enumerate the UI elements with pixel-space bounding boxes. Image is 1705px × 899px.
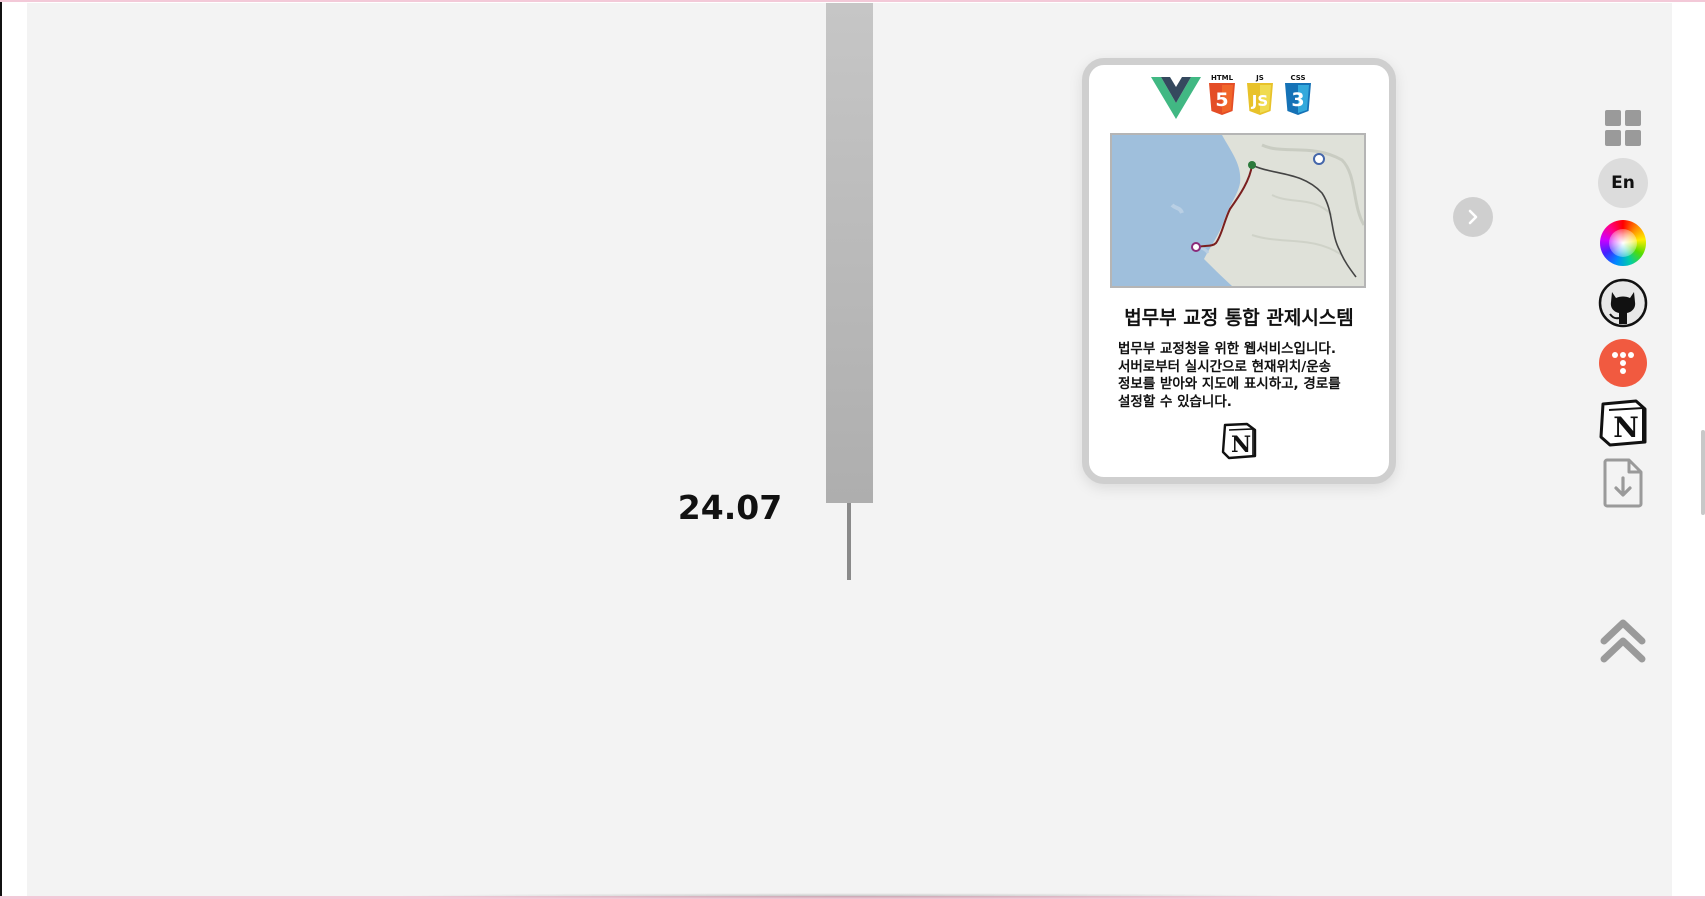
- vue-icon: [1151, 77, 1201, 119]
- svg-text:N: N: [1231, 432, 1251, 458]
- window-top-border: [0, 0, 1705, 2]
- grid-menu-button[interactable]: [1597, 102, 1649, 154]
- window-left-border: [0, 0, 2, 899]
- notion-icon[interactable]: N: [1220, 422, 1258, 460]
- double-chevron-up-icon: [1600, 619, 1646, 663]
- timeline-date: 24.07: [677, 488, 783, 527]
- github-icon: [1598, 278, 1648, 328]
- project-card[interactable]: HTML 5 JS JS CSS 3 법무부 교정 통합 관제시스템 법무부 교…: [1082, 58, 1396, 484]
- chevron-right-icon: [1468, 209, 1478, 225]
- page-scrollbar[interactable]: [1701, 430, 1705, 515]
- color-wheel-icon: [1600, 220, 1646, 266]
- html5-icon: HTML 5: [1209, 74, 1235, 115]
- js-label: JS: [1255, 74, 1264, 82]
- resume-download-button[interactable]: [1597, 457, 1649, 509]
- html-label: HTML: [1211, 74, 1234, 82]
- timeline-bar: [826, 3, 873, 503]
- scroll-top-button[interactable]: [1597, 614, 1649, 666]
- description-line: 설정할 수 있습니다.: [1118, 393, 1232, 410]
- svg-text:JS: JS: [1251, 92, 1268, 110]
- notion-link[interactable]: N: [1597, 397, 1649, 449]
- notion-icon: N: [1599, 399, 1647, 447]
- language-toggle[interactable]: En: [1598, 158, 1648, 208]
- description-line: 서버로부터 실시간으로 현재위치/운송: [1118, 358, 1332, 375]
- svg-text:N: N: [1613, 411, 1639, 444]
- css3-icon: CSS 3: [1285, 74, 1311, 115]
- description-line: 정보를 받아와 지도에 표시하고, 경로를: [1118, 376, 1341, 392]
- css-label: CSS: [1290, 74, 1305, 82]
- theme-color-button[interactable]: [1597, 217, 1649, 269]
- tistory-icon: [1599, 339, 1647, 387]
- map-thumbnail: [1112, 135, 1364, 286]
- file-download-icon: [1603, 458, 1643, 508]
- bottom-shadow: [390, 893, 1310, 899]
- timeline-line: [847, 503, 851, 580]
- tistory-link[interactable]: [1597, 337, 1649, 389]
- description-line: 법무부 교정청을 위한 웹서비스입니다.: [1118, 341, 1336, 357]
- svg-text:3: 3: [1291, 89, 1304, 111]
- next-project-button[interactable]: [1453, 197, 1493, 237]
- browser-viewport: 24.07 HTML 5 JS JS CSS 3 법무부 교정 통합 관제시스템…: [0, 0, 1705, 899]
- tech-stack: HTML 5 JS JS CSS 3: [1089, 71, 1389, 119]
- project-description: 법무부 교정청을 위한 웹서비스입니다. 서버로부터 실시간으로 현재위치/운송…: [1118, 341, 1368, 411]
- svg-text:5: 5: [1215, 89, 1228, 111]
- github-link[interactable]: [1597, 277, 1649, 329]
- grid-menu-icon: [1605, 110, 1641, 146]
- javascript-icon: JS JS: [1247, 74, 1273, 115]
- project-screenshot: [1110, 133, 1366, 288]
- project-title: 법무부 교정 통합 관제시스템: [1124, 307, 1354, 329]
